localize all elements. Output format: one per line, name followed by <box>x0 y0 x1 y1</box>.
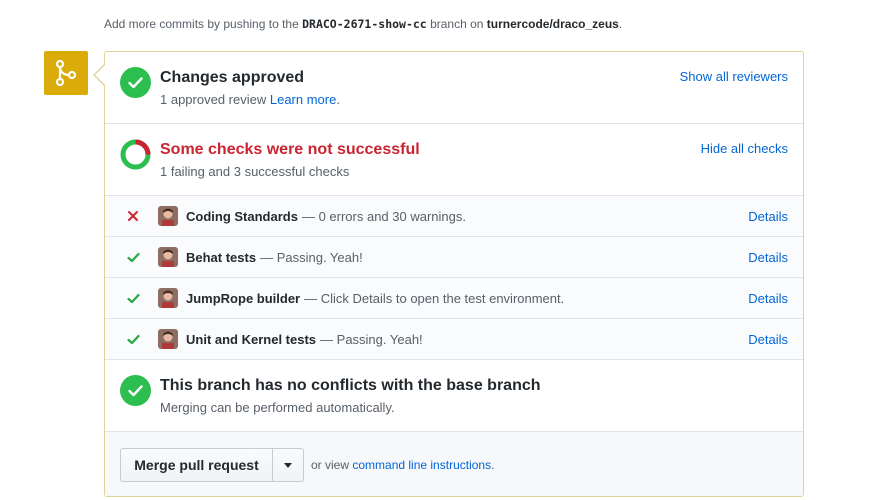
check-icon <box>125 249 141 265</box>
checks-summary-subtitle: 1 failing and 3 successful checks <box>160 164 350 179</box>
git-merge-icon <box>55 60 77 86</box>
merge-box: Changes approved 1 approved review Learn… <box>104 51 804 497</box>
checks-list: Coding Standards — 0 errors and 30 warni… <box>105 196 803 360</box>
merge-options-dropdown-button[interactable] <box>273 448 304 482</box>
check-description: — Passing. Yeah! <box>260 249 363 265</box>
learn-more-link[interactable]: Learn more <box>270 92 336 107</box>
check-row: Behat tests — Passing. Yeah! Details <box>105 237 803 278</box>
partial-status-ring-icon <box>120 139 151 170</box>
caret-down-icon <box>284 462 292 468</box>
approval-section: Changes approved 1 approved review Learn… <box>105 52 803 124</box>
check-name: Unit and Kernel tests <box>186 331 317 347</box>
conflicts-subtitle: Merging can be performed automatically. <box>160 400 395 415</box>
check-icon <box>125 290 141 306</box>
check-circle-icon <box>120 67 151 98</box>
avatar <box>158 206 178 226</box>
check-circle-icon <box>120 375 151 406</box>
check-name: JumpRope builder <box>186 290 301 306</box>
details-link[interactable]: Details <box>748 250 788 265</box>
hide-all-checks-link[interactable]: Hide all checks <box>701 141 788 156</box>
details-link[interactable]: Details <box>748 332 788 347</box>
details-link[interactable]: Details <box>748 209 788 224</box>
merge-pull-request-button[interactable]: Merge pull request <box>120 448 273 482</box>
check-description: — Passing. Yeah! <box>320 331 423 347</box>
check-icon <box>125 331 141 347</box>
check-description: — Click Details to open the test environ… <box>304 290 565 306</box>
approval-subtitle: 1 approved review Learn more. <box>160 92 340 107</box>
checks-summary-section: Some checks were not successful 1 failin… <box>105 124 803 196</box>
check-name: Coding Standards <box>186 208 298 224</box>
merge-button-group: Merge pull request <box>120 448 304 482</box>
avatar <box>158 247 178 267</box>
branch-name: DRACO-2671-show-cc <box>302 17 427 31</box>
conflicts-title: This branch has no conflicts with the ba… <box>160 377 541 394</box>
box-caret-fill <box>95 65 105 85</box>
show-all-reviewers-link[interactable]: Show all reviewers <box>680 69 788 84</box>
avatar <box>158 329 178 349</box>
merge-actions: Merge pull request or view command line … <box>105 432 803 496</box>
approval-title: Changes approved <box>160 69 305 86</box>
push-hint: Add more commits by pushing to the DRACO… <box>104 17 623 31</box>
details-link[interactable]: Details <box>748 291 788 306</box>
x-icon <box>125 208 141 224</box>
checks-summary-title: Some checks were not successful <box>160 141 420 158</box>
command-line-hint: or view command line instructions. <box>311 458 495 472</box>
avatar <box>158 288 178 308</box>
conflicts-section: This branch has no conflicts with the ba… <box>105 360 803 432</box>
check-row: Unit and Kernel tests — Passing. Yeah! D… <box>105 319 803 360</box>
repo-name: turnercode/draco_zeus <box>486 17 619 31</box>
check-description: — 0 errors and 30 warnings. <box>301 208 466 224</box>
check-row: JumpRope builder — Click Details to open… <box>105 278 803 319</box>
check-row: Coding Standards — 0 errors and 30 warni… <box>105 196 803 237</box>
merge-status-badge <box>44 51 88 95</box>
check-name: Behat tests <box>186 249 257 265</box>
command-line-instructions-link[interactable]: command line instructions <box>352 458 491 472</box>
